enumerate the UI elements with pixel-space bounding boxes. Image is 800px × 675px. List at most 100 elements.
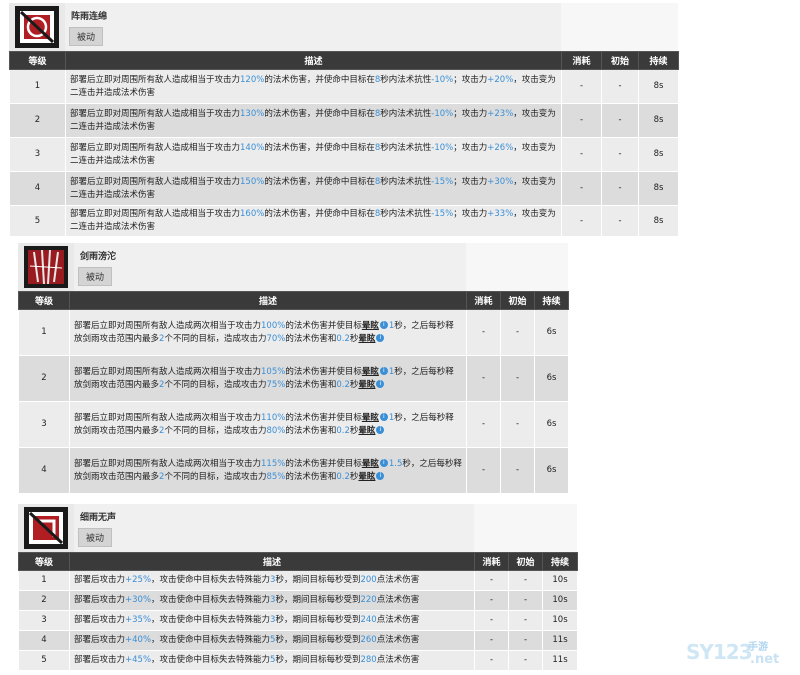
description-cell: 部署后立即对周围所有敌人造成相当于攻击力120%的法术伤害，并使命中目标在8秒内… [65,69,562,104]
description-cell: 部署后攻击力+30%，攻击使命中目标失去特殊能力3秒，期间目标每秒受到220点法… [69,590,475,611]
level-cell: 1 [9,69,66,104]
cost-cell: - [561,205,602,237]
col-dur: 持续 [534,291,569,310]
passive-badge: 被动 [78,267,113,286]
initial-cell: - [601,171,639,206]
skill-title-area: 剑雨滂沱 被动 [74,243,466,291]
info-icon[interactable]: i [376,380,385,388]
col-dur: 持续 [638,51,679,70]
skill-header: 阵雨连绵 被动 [9,3,678,51]
initial-cell: - [508,650,543,671]
cost-cell: - [561,137,602,172]
cost-cell: - [466,309,501,356]
table-row: 1 部署后立即对周围所有敌人造成相当于攻击力120%的法术伤害，并使命中目标在8秒… [9,69,679,104]
level-cell: 4 [9,171,66,206]
initial-cell: - [601,137,639,172]
stun-keyword: 晕眩 [358,333,376,344]
duration-cell: 10s [542,570,578,591]
stun-keyword: 晕眩 [361,366,379,377]
skill-icon-rain [9,3,65,51]
table-row: 4 部署后立即对周围所有敌人造成两次相当于攻击力115%的法术伤害并使目标晕眩 i 1… [18,447,569,494]
level-cell: 1 [18,570,70,591]
passive-badge: 被动 [78,528,113,547]
initial-cell: - [500,309,535,356]
skill-name: 剑雨滂沱 [80,252,117,262]
initial-cell: - [500,355,535,402]
initial-cell: - [508,610,543,631]
skill-panel-2: 剑雨滂沱 被动 等级 描述 消耗 初始 持续 1 部署后立即对周围所有敌人造成两次… [18,243,569,494]
info-icon[interactable]: i [376,426,385,434]
cost-cell: - [474,650,509,671]
initial-cell: - [601,103,639,138]
description-cell: 部署后立即对周围所有敌人造成两次相当于攻击力100%的法术伤害并使目标晕眩 i 1秒… [69,309,467,356]
cost-cell: - [561,103,602,138]
info-icon[interactable]: i [379,413,388,421]
initial-cell: - [508,570,543,591]
description-cell: 部署后攻击力+40%，攻击使命中目标失去特殊能力5秒，期间目标每秒受到260点法… [69,630,475,651]
table-row: 1 部署后立即对周围所有敌人造成两次相当于攻击力100%的法术伤害并使目标晕眩 i 1… [18,309,569,356]
description-cell: 部署后攻击力+25%，攻击使命中目标失去特殊能力3秒，期间目标每秒受到200点法… [69,570,475,591]
duration-cell: 10s [542,590,578,611]
skill-table: 等级 描述 消耗 初始 持续 1 部署后攻击力+25%，攻击使命中目标失去特殊能力… [18,552,578,671]
table-header-row: 等级 描述 消耗 初始 持续 [18,291,569,310]
col-desc: 描述 [65,51,562,70]
skill-header: 细雨无声 被动 [18,504,577,552]
info-icon[interactable]: i [379,367,388,375]
col-desc: 描述 [69,291,467,310]
cost-cell: - [561,69,602,104]
col-init: 初始 [601,51,639,70]
level-cell: 3 [18,610,70,631]
info-icon[interactable]: i [379,321,388,329]
col-init: 初始 [508,552,543,571]
info-icon[interactable]: i [376,472,385,480]
skill-name: 阵雨连绵 [71,12,108,22]
cost-cell: - [466,401,501,448]
duration-cell: 6s [534,355,569,402]
stun-keyword: 晕眩 [358,471,376,482]
table-row: 3 部署后立即对周围所有敌人造成两次相当于攻击力110%的法术伤害并使目标晕眩 i 1… [18,401,569,448]
description-cell: 部署后立即对周围所有敌人造成相当于攻击力160%的法术伤害，并使命中目标在8秒内… [65,205,562,237]
col-desc: 描述 [69,552,475,571]
duration-cell: 11s [542,650,578,671]
initial-cell: - [601,69,639,104]
skill-header: 剑雨滂沱 被动 [18,243,568,291]
description-cell: 部署后立即对周围所有敌人造成两次相当于攻击力115%的法术伤害并使目标晕眩 i 1.… [69,447,467,494]
level-cell: 5 [9,205,66,237]
duration-cell: 8s [638,103,679,138]
description-cell: 部署后攻击力+45%，攻击使命中目标失去特殊能力5秒，期间目标每秒受到280点法… [69,650,475,671]
skill-icon-swords [18,243,74,291]
stun-keyword: 晕眩 [361,458,379,469]
duration-cell: 10s [542,610,578,631]
table-header-row: 等级 描述 消耗 初始 持续 [9,51,679,70]
cost-cell: - [474,630,509,651]
duration-cell: 8s [638,137,679,172]
skill-title-area: 细雨无声 被动 [74,504,474,552]
stun-keyword: 晕眩 [361,412,379,423]
description-cell: 部署后立即对周围所有敌人造成相当于攻击力150%的法术伤害，并使命中目标在8秒内… [65,171,562,206]
cost-cell: - [466,447,501,494]
duration-cell: 6s [534,447,569,494]
cost-cell: - [474,610,509,631]
col-dur: 持续 [542,552,578,571]
col-level: 等级 [18,552,70,571]
level-cell: 2 [18,355,70,402]
info-icon[interactable]: i [376,334,385,342]
initial-cell: - [500,447,535,494]
description-cell: 部署后攻击力+35%，攻击使命中目标失去特殊能力3秒，期间目标每秒受到240点法… [69,610,475,631]
cost-cell: - [474,570,509,591]
stun-keyword: 晕眩 [358,379,376,390]
level-cell: 5 [18,650,70,671]
site-watermark: SY123 手游 .net [686,640,780,667]
level-cell: 2 [9,103,66,138]
table-row: 2 部署后攻击力+30%，攻击使命中目标失去特殊能力3秒，期间目标每秒受到220点… [18,590,578,611]
table-row: 2 部署后立即对周围所有敌人造成相当于攻击力130%的法术伤害，并使命中目标在8秒… [9,103,679,138]
stun-keyword: 晕眩 [361,320,379,331]
description-cell: 部署后立即对周围所有敌人造成相当于攻击力140%的法术伤害，并使命中目标在8秒内… [65,137,562,172]
description-cell: 部署后立即对周围所有敌人造成两次相当于攻击力110%的法术伤害并使目标晕眩 i 1秒… [69,401,467,448]
table-row: 2 部署后立即对周围所有敌人造成两次相当于攻击力105%的法术伤害并使目标晕眩 i 1… [18,355,569,402]
cost-cell: - [561,171,602,206]
info-icon[interactable]: i [379,459,388,467]
duration-cell: 8s [638,205,679,237]
skill-panel-3: 细雨无声 被动 等级 描述 消耗 初始 持续 1 部署后攻击力+25%，攻击使命中… [18,504,578,671]
cost-cell: - [474,590,509,611]
